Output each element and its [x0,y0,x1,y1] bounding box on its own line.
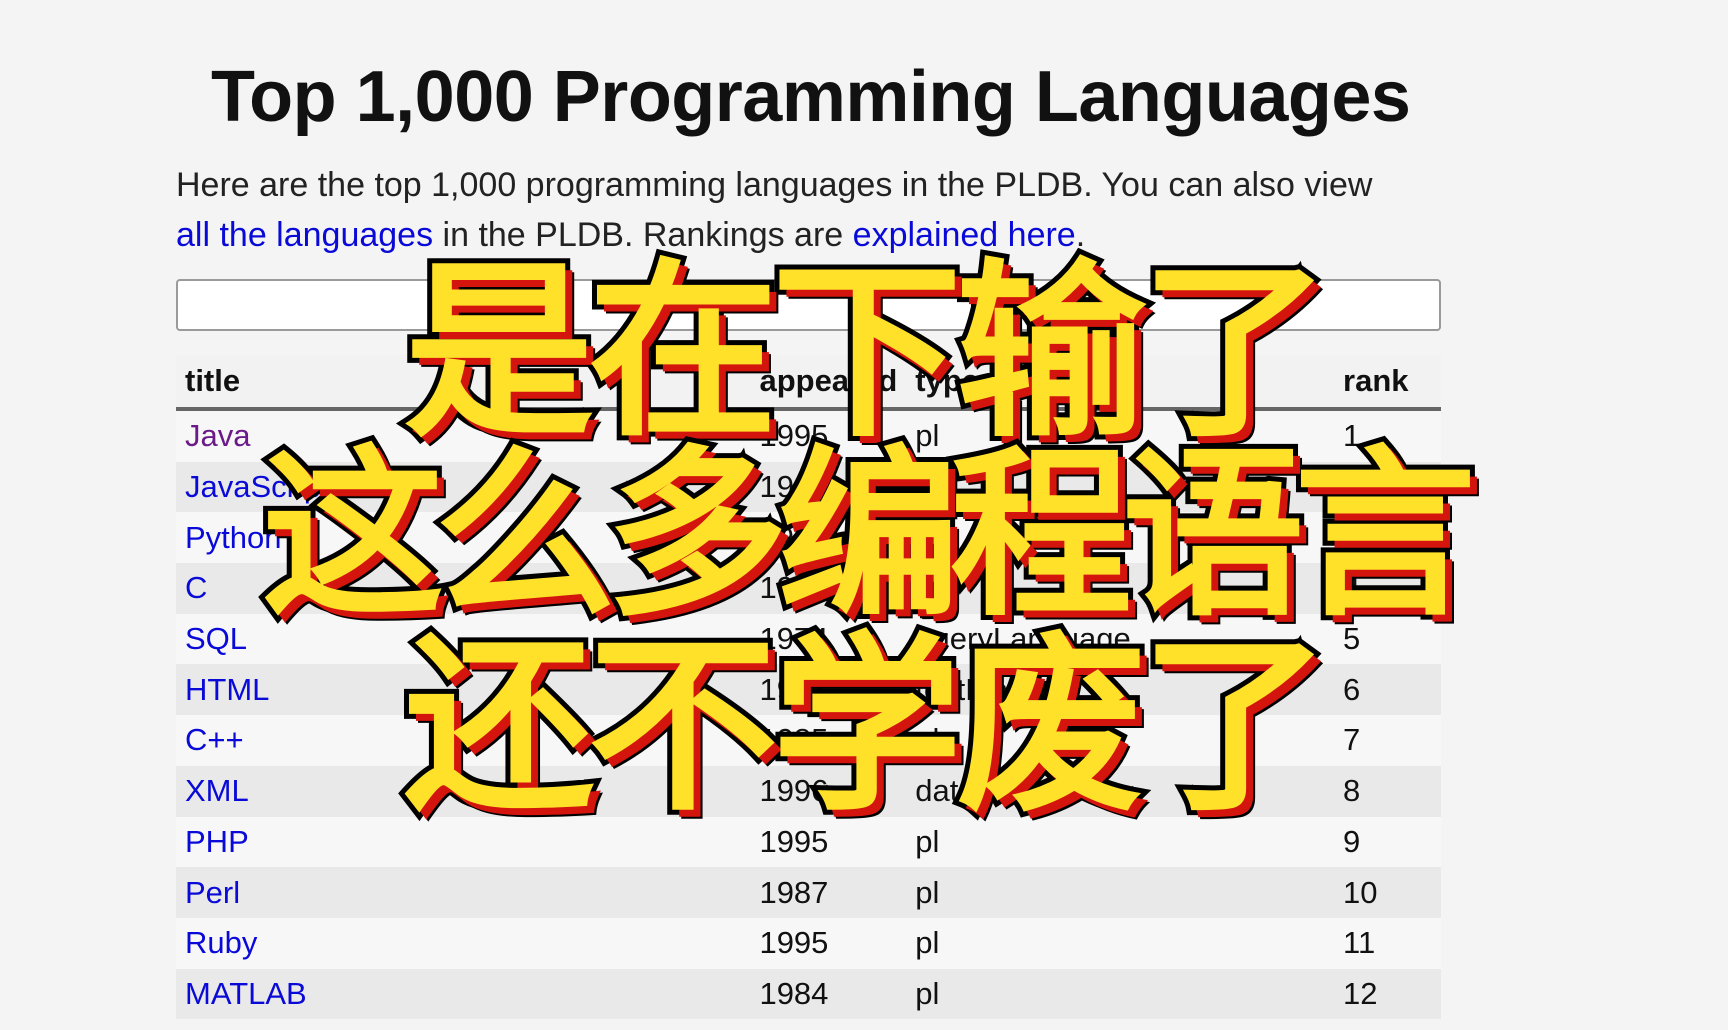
header-rank[interactable]: rank [1334,355,1441,411]
cell-type: pl [906,816,1335,868]
header-title[interactable]: title [176,355,751,411]
cell-appeared: 1991 [750,664,907,716]
cell-type: pl [906,968,1335,1020]
cell-type: pl [906,409,1335,462]
intro-paragraph: Here are the top 1,000 programming langu… [176,160,1441,260]
cell-type: pl [906,461,1335,513]
cell-type: pl [906,867,1335,918]
explained-here-link[interactable]: explained here [853,216,1076,254]
header-appeared[interactable]: appeared [750,355,907,411]
cell-title: HTML [176,664,751,716]
cell-rank: 10 [1334,867,1441,918]
cell-rank: 11 [1334,917,1441,969]
cell-title: Python [176,512,751,564]
cell-title: C++ [176,715,751,766]
table-row: XML 1996 dataNotation 8 [176,765,1441,817]
cell-type: pl [906,563,1335,614]
language-link[interactable]: JavaScript [185,469,330,504]
intro-text-1: Here are the top 1,000 programming langu… [176,166,1373,204]
table-row: HTML 1991 textMarkup 6 [176,664,1441,716]
all-languages-link[interactable]: all the languages [176,216,433,254]
cell-title: SQL [176,613,751,665]
cell-title: C [176,563,751,614]
table-row: PHP 1995 pl 9 [176,816,1441,868]
language-link[interactable]: XML [185,773,249,808]
cell-type: pl [906,715,1335,766]
cell-type: textMarkup [906,664,1335,716]
cell-appeared: 1985 [750,715,907,766]
cell-rank: 5 [1334,613,1441,665]
language-link[interactable]: HTML [185,672,269,707]
language-link[interactable]: C [185,570,207,605]
page: Top 1,000 Programming Languages Here are… [0,0,1728,1030]
cell-appeared: 1995 [750,917,907,969]
cell-title: XML [176,765,751,817]
cell-title: MATLAB [176,968,751,1020]
cell-appeared: 1987 [750,867,907,918]
language-link[interactable]: C++ [185,722,244,757]
cell-appeared: 1984 [750,968,907,1020]
table-row: JavaScript 1995 pl 2 [176,461,1441,513]
table-row: MATLAB 1984 pl 12 [176,968,1441,1020]
cell-rank: 6 [1334,664,1441,716]
cell-type: queryLanguage [906,613,1335,665]
cell-type: pl [906,917,1335,969]
language-link[interactable]: Perl [185,875,240,910]
cell-rank: 1 [1334,409,1441,462]
cell-type: pl [906,512,1335,564]
cell-rank: 2 [1334,461,1441,513]
table-row: C++ 1985 pl 7 [176,715,1441,766]
cell-appeared: 1996 [750,765,907,817]
language-link[interactable]: MATLAB [185,976,307,1011]
language-link[interactable]: SQL [185,621,247,656]
table-body: Java 1995 pl 1 JavaScript 1995 pl 2 Python 1991 pl… [176,409,1441,1020]
cell-title: JavaScript [176,461,751,513]
cell-rank: 4 [1334,563,1441,614]
cell-title: Perl [176,867,751,918]
table-row: Ruby 1995 pl 11 [176,917,1441,969]
cell-rank: 9 [1334,816,1441,868]
intro-text-2: in the PLDB. Rankings are [433,216,853,254]
cell-type: dataNotation [906,765,1335,817]
cell-appeared: 1974 [750,613,907,665]
cell-title: PHP [176,816,751,868]
cell-appeared: 1995 [750,816,907,868]
cell-title: Ruby [176,917,751,969]
table-row: Java 1995 pl 1 [176,409,1441,462]
language-link[interactable]: Java [185,418,250,453]
cell-appeared: 1991 [750,512,907,564]
language-link[interactable]: Python [185,520,282,555]
cell-appeared: 1972 [750,563,907,614]
table-row: Perl 1987 pl 10 [176,867,1441,918]
cell-rank: 7 [1334,715,1441,766]
language-link[interactable]: Ruby [185,925,257,960]
table-row: C 1972 pl 4 [176,563,1441,614]
cell-rank: 12 [1334,968,1441,1020]
cell-appeared: 1995 [750,461,907,513]
cell-rank: 8 [1334,765,1441,817]
header-type[interactable]: type [906,355,1335,411]
cell-title: Java [176,409,751,462]
cell-appeared: 1995 [750,409,907,462]
table-row: Python 1991 pl 3 [176,512,1441,564]
languages-table-container: title appeared type rank Java 1995 pl 1 Java… [176,355,1441,1020]
intro-text-3: . [1075,216,1086,254]
table-row: SQL 1974 queryLanguage 5 [176,613,1441,665]
table-header-row: title appeared type rank [176,355,1441,411]
cell-rank: 3 [1334,512,1441,564]
languages-table: title appeared type rank Java 1995 pl 1 Java… [176,355,1441,1020]
page-title: Top 1,000 Programming Languages [211,57,1411,137]
table-search-input[interactable] [176,279,1441,331]
language-link[interactable]: PHP [185,824,249,859]
